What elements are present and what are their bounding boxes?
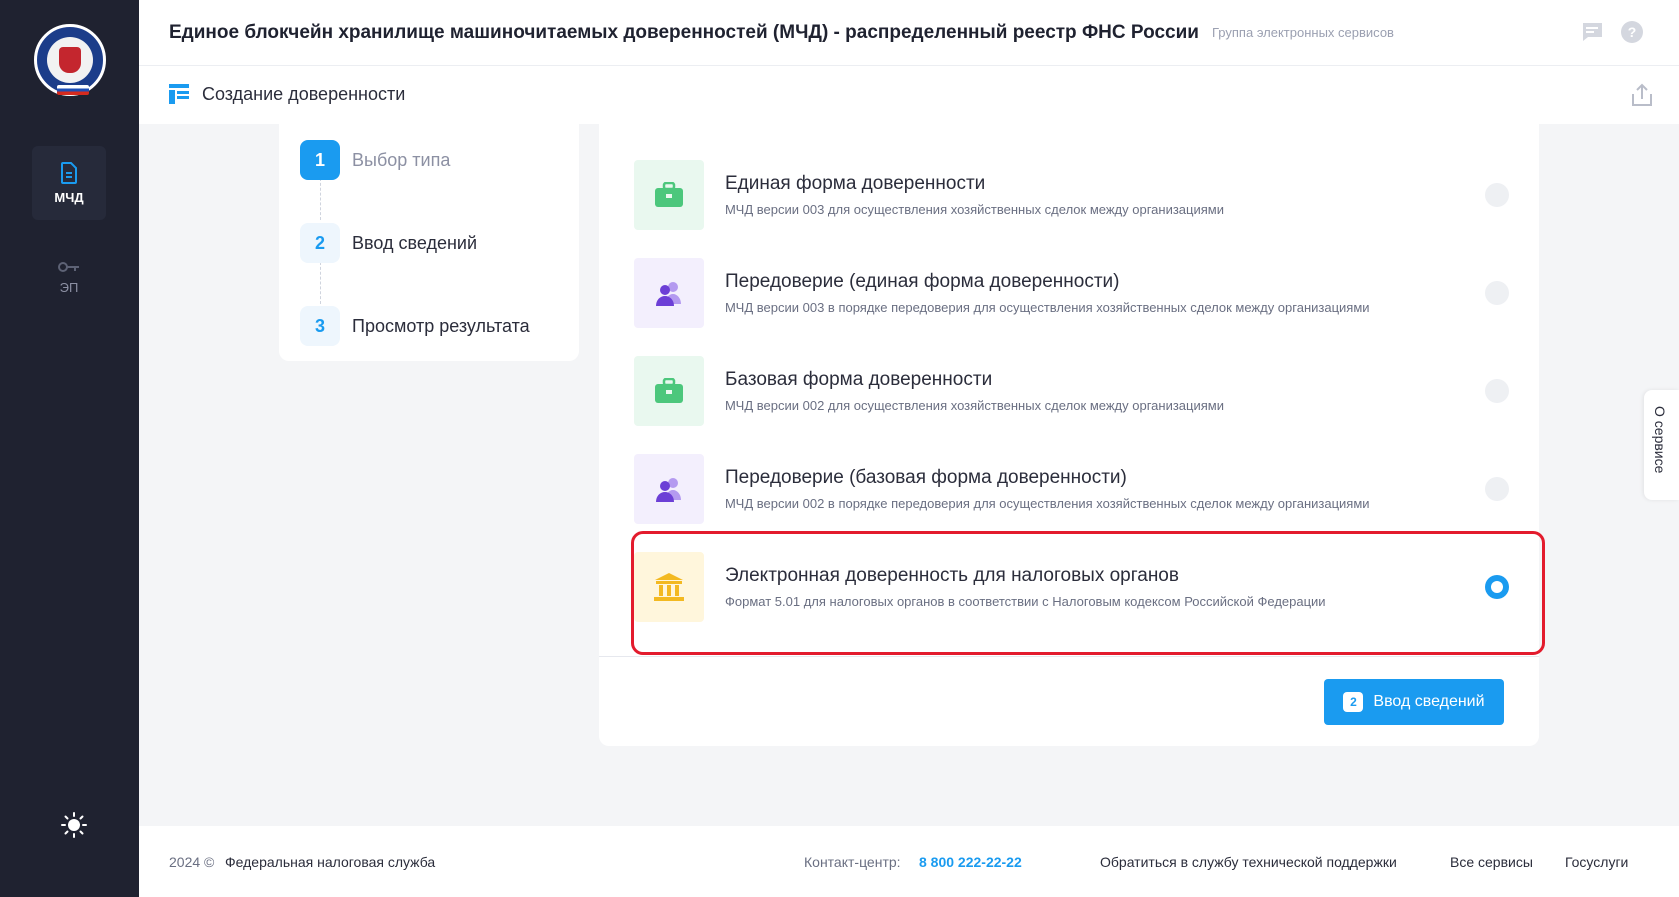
- step-1[interactable]: 1 Выбор типа: [300, 140, 450, 180]
- option-tax-authority[interactable]: Электронная доверенность для налоговых о…: [634, 552, 1509, 624]
- users-icon: [634, 454, 704, 524]
- option-radio[interactable]: [1485, 379, 1509, 403]
- app-title: Единое блокчейн хранилище машиночитаемых…: [169, 22, 1199, 43]
- sidebar-item-label: ЭП: [59, 279, 79, 295]
- bank-icon: [634, 552, 704, 622]
- users-icon: [634, 258, 704, 328]
- contact-label: Контакт-центр:: [804, 854, 901, 870]
- contact-phone[interactable]: 8 800 222-22-22: [919, 854, 1022, 870]
- option-radio-selected[interactable]: [1485, 575, 1509, 599]
- svg-text:?: ?: [1628, 24, 1637, 40]
- option-description: МЧД версии 002 в порядке передоверия для…: [725, 496, 1370, 511]
- option-description: МЧД версии 003 для осуществления хозяйст…: [725, 202, 1224, 217]
- footer-org: Федеральная налоговая служба: [225, 854, 436, 870]
- key-icon: [58, 261, 79, 272]
- option-basic-redelegation[interactable]: Передоверие (базовая форма доверенности)…: [634, 454, 1509, 526]
- step-number: 3: [300, 306, 340, 346]
- option-title: Электронная доверенность для налоговых о…: [725, 565, 1179, 586]
- document-icon: [61, 161, 77, 184]
- fns-logo[interactable]: [34, 24, 106, 96]
- chat-button[interactable]: [1580, 20, 1604, 44]
- option-title: Передоверие (единая форма доверенности): [725, 271, 1120, 292]
- all-services-link[interactable]: Все сервисы: [1450, 854, 1533, 870]
- step-number: 2: [300, 223, 340, 263]
- sidebar-item-mchd[interactable]: МЧД: [32, 146, 106, 220]
- option-description: МЧД версии 003 в порядке передоверия для…: [725, 300, 1370, 315]
- step-3[interactable]: 3 Просмотр результата: [300, 306, 530, 346]
- about-service-tab[interactable]: О сервисе: [1644, 390, 1679, 500]
- share-icon[interactable]: [1629, 82, 1655, 108]
- step-label: Ввод сведений: [352, 232, 478, 253]
- flag-icon: [57, 85, 89, 95]
- option-description: МЧД версии 002 для осуществления хозяйст…: [725, 398, 1224, 413]
- divider: [599, 656, 1539, 657]
- next-step-label: Ввод сведений: [1373, 693, 1485, 710]
- theme-toggle[interactable]: [60, 811, 88, 839]
- step-badge: 2: [1343, 692, 1364, 712]
- option-unified-form[interactable]: Единая форма доверенности МЧД версии 003…: [634, 160, 1509, 232]
- sidebar-item-label: МЧД: [54, 189, 84, 205]
- about-service-label: О сервисе: [1652, 406, 1668, 474]
- step-number: 1: [300, 140, 340, 180]
- option-description: Формат 5.01 для налоговых органов в соот…: [725, 594, 1326, 609]
- page-title: Создание доверенности: [202, 84, 406, 104]
- support-link[interactable]: Обратиться в службу технической поддержк…: [1100, 854, 1397, 870]
- option-title: Единая форма доверенности: [725, 173, 986, 194]
- briefcase-icon: [634, 356, 704, 426]
- chat-icon: [1582, 23, 1602, 41]
- sidebar-item-ep[interactable]: ЭП: [32, 240, 106, 314]
- gosuslugi-link[interactable]: Госуслуги: [1565, 854, 1628, 870]
- option-unified-redelegation[interactable]: Передоверие (единая форма доверенности) …: [634, 258, 1509, 330]
- option-title: Базовая форма доверенности: [725, 369, 993, 390]
- option-basic-form[interactable]: Базовая форма доверенности МЧД версии 00…: [634, 356, 1509, 428]
- help-button[interactable]: ?: [1620, 20, 1644, 44]
- footer: 2024 © Федеральная налоговая служба Конт…: [139, 826, 1679, 897]
- header: Единое блокчейн хранилище машиночитаемых…: [139, 0, 1679, 66]
- type-selection-card: Единая форма доверенности МЧД версии 003…: [599, 124, 1539, 746]
- step-label: Выбор типа: [352, 149, 451, 170]
- option-radio[interactable]: [1485, 281, 1509, 305]
- option-radio[interactable]: [1485, 183, 1509, 207]
- help-icon: ?: [1621, 21, 1643, 43]
- option-title: Передоверие (базовая форма доверенности): [725, 467, 1127, 488]
- step-connector: [320, 178, 321, 220]
- sidebar: МЧД ЭП: [0, 0, 139, 897]
- group-services-link[interactable]: Группа электронных сервисов: [1212, 25, 1394, 40]
- next-step-button[interactable]: 2 Ввод сведений: [1324, 679, 1504, 725]
- form-icon: [169, 84, 189, 104]
- briefcase-icon: [634, 160, 704, 230]
- stepper: 1 Выбор типа 2 Ввод сведений 3 Просмотр …: [279, 124, 579, 361]
- page-header: Создание доверенности: [139, 66, 1679, 124]
- step-connector: [320, 262, 321, 304]
- option-radio[interactable]: [1485, 477, 1509, 501]
- step-label: Просмотр результата: [352, 315, 530, 336]
- footer-year: 2024 ©: [169, 854, 215, 870]
- sun-icon: [61, 812, 87, 838]
- step-2[interactable]: 2 Ввод сведений: [300, 223, 477, 263]
